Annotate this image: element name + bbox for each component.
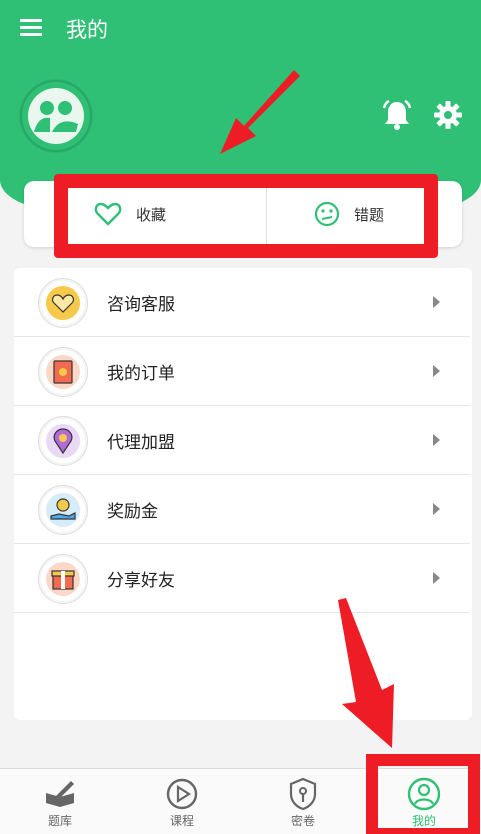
avatar[interactable] — [20, 80, 92, 152]
annotation-highlight-box — [54, 174, 438, 258]
list-item[interactable]: 咨询客服 — [14, 268, 470, 337]
list-item[interactable]: 代理加盟 — [14, 406, 470, 475]
coin-hand-icon — [38, 485, 88, 535]
tab-courses[interactable]: 课程 — [122, 769, 242, 834]
list-item[interactable]: 奖励金 — [14, 475, 470, 544]
gift-box-icon — [38, 554, 88, 604]
tab-label: 密卷 — [290, 814, 315, 828]
shield-key-icon — [289, 777, 317, 811]
tab-label: 题库 — [47, 814, 72, 828]
order-envelope-icon — [38, 347, 88, 397]
heart-service-icon — [38, 278, 88, 328]
tab-label: 课程 — [169, 814, 194, 828]
tab-question-bank[interactable]: 题库 — [0, 769, 120, 834]
user-group-icon — [28, 88, 84, 144]
chevron-right-icon — [433, 434, 440, 446]
tab-secret-papers[interactable]: 密卷 — [243, 769, 363, 834]
annotation-highlight-box — [366, 754, 480, 834]
play-circle-icon — [166, 778, 198, 810]
notification-bell-icon[interactable] — [381, 98, 413, 132]
menu-item-label: 咨询客服 — [107, 295, 175, 315]
menu-item-label: 分享好友 — [107, 571, 175, 591]
page-title: 我的 — [66, 18, 108, 42]
chevron-right-icon — [433, 572, 440, 584]
annotation-arrow-icon — [220, 70, 300, 154]
chevron-right-icon — [433, 296, 440, 308]
app-bar: 我的 — [0, 0, 481, 56]
chevron-right-icon — [433, 365, 440, 377]
menu-item-label: 我的订单 — [107, 364, 175, 384]
hamburger-menu-icon[interactable] — [20, 19, 42, 37]
menu-item-label: 代理加盟 — [107, 433, 175, 453]
settings-gear-icon[interactable] — [433, 100, 463, 130]
chevron-right-icon — [433, 503, 440, 515]
menu-item-label: 奖励金 — [107, 502, 158, 522]
list-item[interactable]: 我的订单 — [14, 337, 470, 406]
annotation-arrow-icon — [338, 598, 394, 748]
location-pin-icon — [38, 416, 88, 466]
book-pen-icon — [46, 781, 74, 807]
